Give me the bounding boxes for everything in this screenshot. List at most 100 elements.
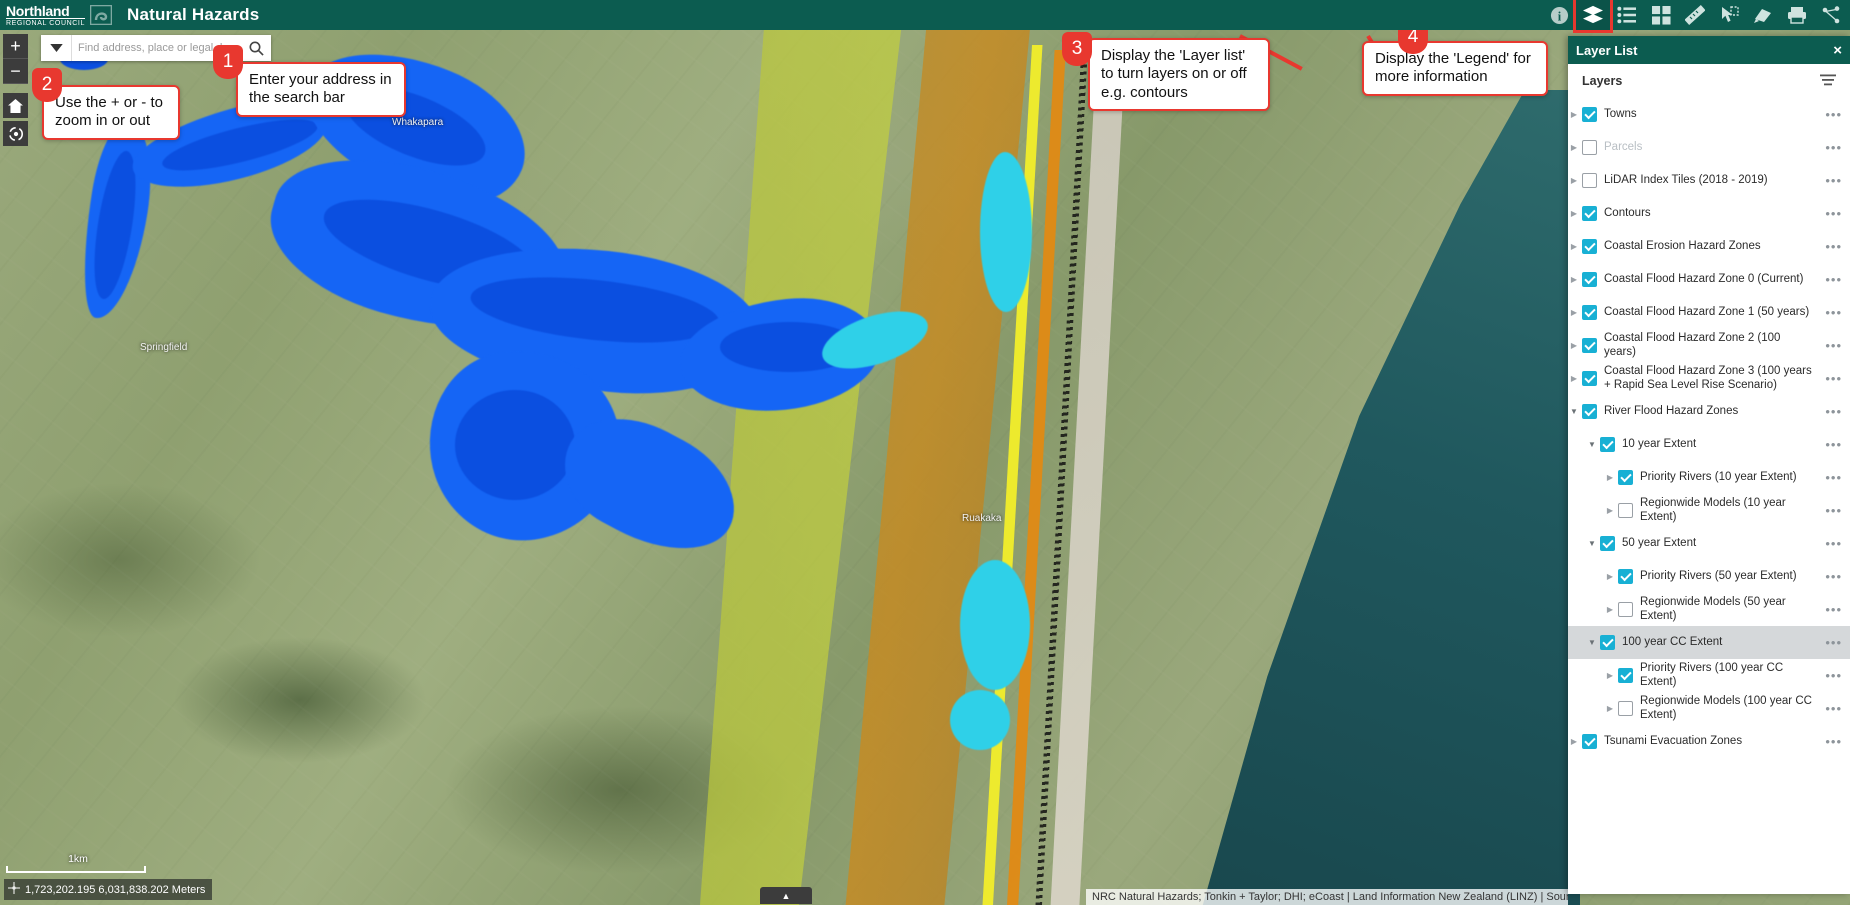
about-info-button[interactable]: i	[1542, 0, 1576, 30]
layer-row[interactable]: ▶ Parcels •••	[1568, 131, 1850, 164]
chevron-right-icon[interactable]: ▶	[1604, 506, 1616, 515]
zoom-in-button[interactable]: +	[3, 34, 28, 59]
layer-options-menu[interactable]: •••	[1821, 668, 1842, 683]
panel-close-button[interactable]: ×	[1833, 43, 1842, 58]
locate-button[interactable]	[3, 121, 28, 146]
layer-options-menu[interactable]: •••	[1821, 140, 1842, 155]
chevron-right-icon[interactable]: ▶	[1604, 671, 1616, 680]
layer-visibility-checkbox[interactable]	[1618, 470, 1633, 485]
layer-options-menu[interactable]: •••	[1821, 107, 1842, 122]
layer-options-menu[interactable]: •••	[1821, 470, 1842, 485]
layer-row[interactable]: ▶ Coastal Flood Hazard Zone 0 (Current) ••…	[1568, 263, 1850, 296]
layer-visibility-checkbox[interactable]	[1582, 140, 1597, 155]
layer-options-menu[interactable]: •••	[1821, 239, 1842, 254]
zoom-out-button[interactable]: −	[3, 59, 28, 84]
layer-visibility-checkbox[interactable]	[1582, 107, 1597, 122]
layer-list-button[interactable]	[1573, 0, 1613, 33]
layer-visibility-checkbox[interactable]	[1582, 206, 1597, 221]
layer-row[interactable]: ▼ 50 year Extent •••	[1568, 527, 1850, 560]
layer-row[interactable]: ▶ Regionwide Models (10 year Extent) •••	[1568, 494, 1850, 527]
layer-options-menu[interactable]: •••	[1821, 437, 1842, 452]
layer-options-menu[interactable]: •••	[1821, 569, 1842, 584]
layer-row[interactable]: ▶ Coastal Flood Hazard Zone 1 (50 years) •…	[1568, 296, 1850, 329]
layer-visibility-checkbox[interactable]	[1618, 503, 1633, 518]
chevron-down-icon[interactable]: ▼	[1586, 440, 1598, 449]
layer-row[interactable]: ▶ Regionwide Models (100 year CC Extent) •…	[1568, 692, 1850, 725]
layer-visibility-checkbox[interactable]	[1582, 173, 1597, 188]
layer-row[interactable]: ▼ 10 year Extent •••	[1568, 428, 1850, 461]
chevron-right-icon[interactable]: ▶	[1568, 308, 1580, 317]
layer-visibility-checkbox[interactable]	[1582, 371, 1597, 386]
chevron-right-icon[interactable]: ▶	[1568, 176, 1580, 185]
chevron-right-icon[interactable]: ▶	[1568, 209, 1580, 218]
layer-row[interactable]: ▶ Priority Rivers (10 year Extent) •••	[1568, 461, 1850, 494]
layer-options-menu[interactable]: •••	[1821, 536, 1842, 551]
legend-button[interactable]	[1610, 0, 1644, 30]
layer-visibility-checkbox[interactable]	[1600, 437, 1615, 452]
layer-row[interactable]: ▶ LiDAR Index Tiles (2018 - 2019) •••	[1568, 164, 1850, 197]
chevron-right-icon[interactable]: ▶	[1568, 737, 1580, 746]
layer-visibility-checkbox[interactable]	[1600, 536, 1615, 551]
layer-visibility-checkbox[interactable]	[1582, 338, 1597, 353]
layer-options-menu[interactable]: •••	[1821, 338, 1842, 353]
layer-row[interactable]: ▼ 100 year CC Extent •••	[1568, 626, 1850, 659]
attribute-table-toggle[interactable]: ▲	[760, 887, 812, 904]
coordinate-readout[interactable]: 1,723,202.195 6,031,838.202 Meters	[4, 879, 213, 900]
layer-row[interactable]: ▼ River Flood Hazard Zones •••	[1568, 395, 1850, 428]
layer-visibility-checkbox[interactable]	[1618, 569, 1633, 584]
layer-options-menu[interactable]: •••	[1821, 272, 1842, 287]
layer-row[interactable]: ▶ Priority Rivers (50 year Extent) •••	[1568, 560, 1850, 593]
search-submit-button[interactable]	[241, 35, 271, 61]
layer-visibility-checkbox[interactable]	[1600, 635, 1615, 650]
chevron-right-icon[interactable]: ▶	[1604, 473, 1616, 482]
layer-visibility-checkbox[interactable]	[1582, 305, 1597, 320]
chevron-down-icon[interactable]: ▼	[1586, 539, 1598, 548]
layer-options-menu[interactable]: •••	[1821, 206, 1842, 221]
share-button[interactable]	[1814, 0, 1848, 30]
layer-options-menu[interactable]: •••	[1821, 173, 1842, 188]
chevron-right-icon[interactable]: ▶	[1568, 143, 1580, 152]
layer-options-menu[interactable]: •••	[1821, 404, 1842, 419]
chevron-right-icon[interactable]: ▶	[1568, 341, 1580, 350]
layer-row[interactable]: ▶ Coastal Flood Hazard Zone 3 (100 years …	[1568, 362, 1850, 395]
layer-row[interactable]: ▶ Tsunami Evacuation Zones •••	[1568, 725, 1850, 758]
layer-options-menu[interactable]: •••	[1821, 602, 1842, 617]
layer-visibility-checkbox[interactable]	[1582, 404, 1597, 419]
search-source-dropdown[interactable]	[41, 35, 72, 61]
layer-visibility-checkbox[interactable]	[1618, 602, 1633, 617]
layer-visibility-checkbox[interactable]	[1582, 272, 1597, 287]
chevron-right-icon[interactable]: ▶	[1568, 275, 1580, 284]
layer-visibility-checkbox[interactable]	[1618, 701, 1633, 716]
layer-visibility-checkbox[interactable]	[1582, 734, 1597, 749]
chevron-right-icon[interactable]: ▶	[1568, 110, 1580, 119]
chevron-right-icon[interactable]: ▶	[1568, 242, 1580, 251]
print-button[interactable]	[1780, 0, 1814, 30]
layer-row[interactable]: ▶ Contours •••	[1568, 197, 1850, 230]
logo[interactable]: Northland REGIONAL COUNCIL	[0, 4, 113, 27]
layer-filter-button[interactable]	[1820, 74, 1836, 89]
layer-visibility-checkbox[interactable]	[1618, 668, 1633, 683]
layer-row[interactable]: ▶ Coastal Flood Hazard Zone 2 (100 years)…	[1568, 329, 1850, 362]
layer-options-menu[interactable]: •••	[1821, 305, 1842, 320]
layer-options-menu[interactable]: •••	[1821, 701, 1842, 716]
chevron-right-icon[interactable]: ▶	[1604, 605, 1616, 614]
basemap-gallery-button[interactable]	[1644, 0, 1678, 30]
chevron-down-icon[interactable]: ▼	[1586, 638, 1598, 647]
layer-options-menu[interactable]: •••	[1821, 503, 1842, 518]
layer-options-menu[interactable]: •••	[1821, 635, 1842, 650]
layer-visibility-checkbox[interactable]	[1582, 239, 1597, 254]
chevron-right-icon[interactable]: ▶	[1604, 572, 1616, 581]
layer-row[interactable]: ▶ Coastal Erosion Hazard Zones •••	[1568, 230, 1850, 263]
layer-options-menu[interactable]: •••	[1821, 371, 1842, 386]
home-button[interactable]	[3, 93, 28, 118]
measure-button[interactable]	[1678, 0, 1712, 30]
draw-button[interactable]	[1746, 0, 1780, 30]
chevron-right-icon[interactable]: ▶	[1568, 374, 1580, 383]
layer-options-menu[interactable]: •••	[1821, 734, 1842, 749]
layer-list[interactable]: ▶ Towns ••• ▶ Parcels ••• ▶ LiDAR Index Tiles (…	[1568, 98, 1850, 894]
layer-row[interactable]: ▶ Priority Rivers (100 year CC Extent) •••	[1568, 659, 1850, 692]
layer-row[interactable]: ▶ Regionwide Models (50 year Extent) •••	[1568, 593, 1850, 626]
chevron-down-icon[interactable]: ▼	[1568, 407, 1580, 416]
select-button[interactable]	[1712, 0, 1746, 30]
chevron-right-icon[interactable]: ▶	[1604, 704, 1616, 713]
